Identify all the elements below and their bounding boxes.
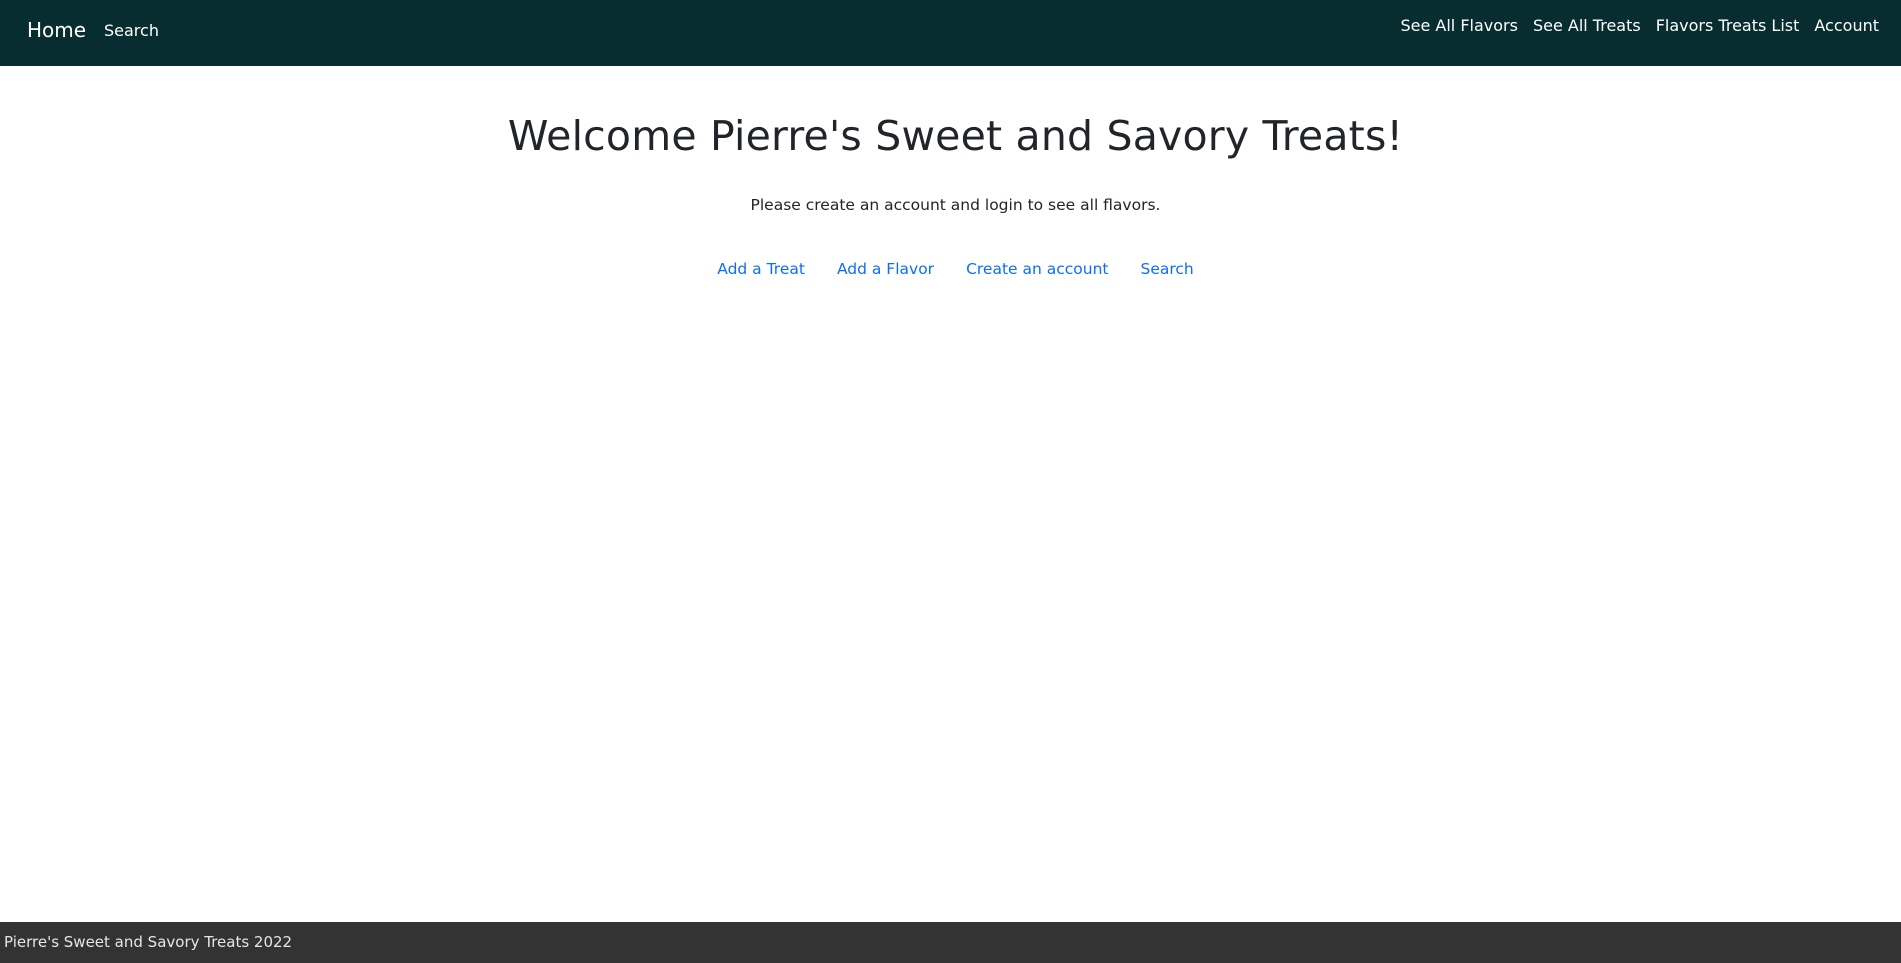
navbar: Home Search See All Flavors See All Trea…	[0, 0, 1901, 66]
add-flavor-link[interactable]: Add a Flavor	[837, 260, 934, 278]
see-all-flavors-link[interactable]: See All Flavors	[1400, 16, 1517, 35]
account-link[interactable]: Account	[1814, 16, 1879, 35]
see-all-treats-link[interactable]: See All Treats	[1533, 16, 1641, 35]
footer: Pierre's Sweet and Savory Treats 2022	[0, 922, 1901, 963]
main-content: Welcome Pierre's Sweet and Savory Treats…	[0, 112, 1901, 278]
action-links: Add a Treat Add a Flavor Create an accou…	[0, 260, 1901, 278]
home-link[interactable]: Home	[27, 18, 86, 42]
footer-text: Pierre's Sweet and Savory Treats 2022	[4, 933, 293, 951]
nav-right-links: See All Flavors See All Treats Flavors T…	[1400, 16, 1879, 35]
nav-search-link[interactable]: Search	[104, 21, 159, 40]
page-title: Welcome Pierre's Sweet and Savory Treats…	[507, 112, 1404, 160]
search-link[interactable]: Search	[1141, 260, 1194, 278]
login-message: Please create an account and login to se…	[750, 196, 1161, 214]
flavors-treats-list-link[interactable]: Flavors Treats List	[1656, 16, 1800, 35]
add-treat-link[interactable]: Add a Treat	[717, 260, 805, 278]
create-account-link[interactable]: Create an account	[966, 260, 1108, 278]
